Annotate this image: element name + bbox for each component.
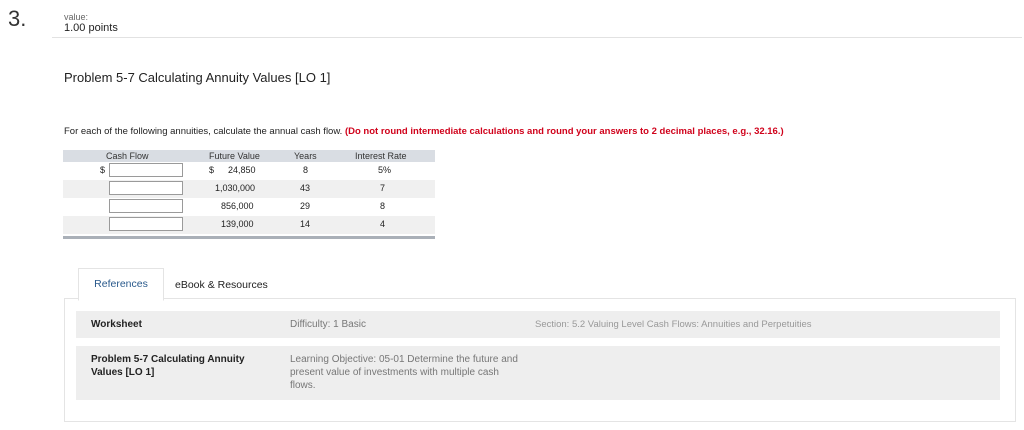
header-years: Years: [294, 151, 317, 161]
header-future-value: Future Value: [209, 151, 260, 161]
rate-cell: 7: [380, 183, 386, 193]
problem-title: Problem 5-7 Calculating Annuity Values […: [64, 70, 331, 85]
future-value-cell: 139,000: [221, 219, 254, 229]
table-row: $ $ 24,850 8 5%: [63, 162, 435, 180]
years-cell: 8: [303, 165, 309, 175]
rate-cell: 8: [380, 201, 386, 211]
reference-row-worksheet: Worksheet Difficulty: 1 Basic Section: 5…: [76, 311, 1000, 338]
fv-currency: $: [209, 165, 215, 175]
cash-flow-input-2[interactable]: [109, 181, 183, 195]
header-divider: [52, 37, 1022, 38]
question-number: 3.: [8, 6, 27, 31]
table-row: 139,000 14 4: [63, 216, 435, 234]
rate-cell: 4: [380, 219, 386, 229]
rounding-warning: (Do not round intermediate calculations …: [344, 126, 784, 137]
learning-objective-text: Learning Objective: 05-01 Determine the …: [290, 354, 518, 391]
annuity-table: Cash Flow Future Value Years Interest Ra…: [63, 150, 435, 242]
worksheet-label: Worksheet: [91, 319, 142, 330]
table-footer-bar: [63, 236, 435, 239]
table-row: 1,030,000 43 7: [63, 180, 435, 198]
years-cell: 14: [300, 219, 311, 229]
problem-instruction: For each of the following annuities, cal…: [64, 126, 784, 137]
cash-flow-input-4[interactable]: [109, 217, 183, 231]
future-value-cell: 1,030,000: [215, 183, 256, 193]
reference-row-problem: Problem 5-7 Calculating Annuity Values […: [76, 346, 1000, 400]
table-header: Cash Flow Future Value Years Interest Ra…: [63, 150, 435, 162]
points-value: 1.00 points: [64, 22, 118, 34]
header-interest-rate: Interest Rate: [355, 151, 407, 161]
future-value-cell: 856,000: [221, 201, 254, 211]
cash-flow-input-1[interactable]: [109, 163, 183, 177]
table-row: 856,000 29 8: [63, 198, 435, 216]
difficulty-text: Difficulty: 1 Basic: [290, 319, 366, 330]
rate-cell: 5%: [378, 165, 392, 175]
value-label: value:: [64, 12, 89, 22]
years-cell: 29: [300, 201, 311, 211]
future-value-cell: 24,850: [228, 165, 256, 175]
section-text: Section: 5.2 Valuing Level Cash Flows: A…: [535, 319, 812, 330]
problem-reference-label: Problem 5-7 Calculating Annuity Values […: [91, 354, 245, 378]
header-cash-flow: Cash Flow: [106, 151, 149, 161]
instruction-text: For each of the following annuities, cal…: [64, 126, 343, 137]
years-cell: 43: [300, 183, 311, 193]
cash-flow-input-3[interactable]: [109, 199, 183, 213]
tab-ebook-resources[interactable]: eBook & Resources: [175, 279, 268, 291]
tab-references[interactable]: References: [78, 268, 164, 301]
cash-flow-currency: $: [100, 165, 106, 175]
